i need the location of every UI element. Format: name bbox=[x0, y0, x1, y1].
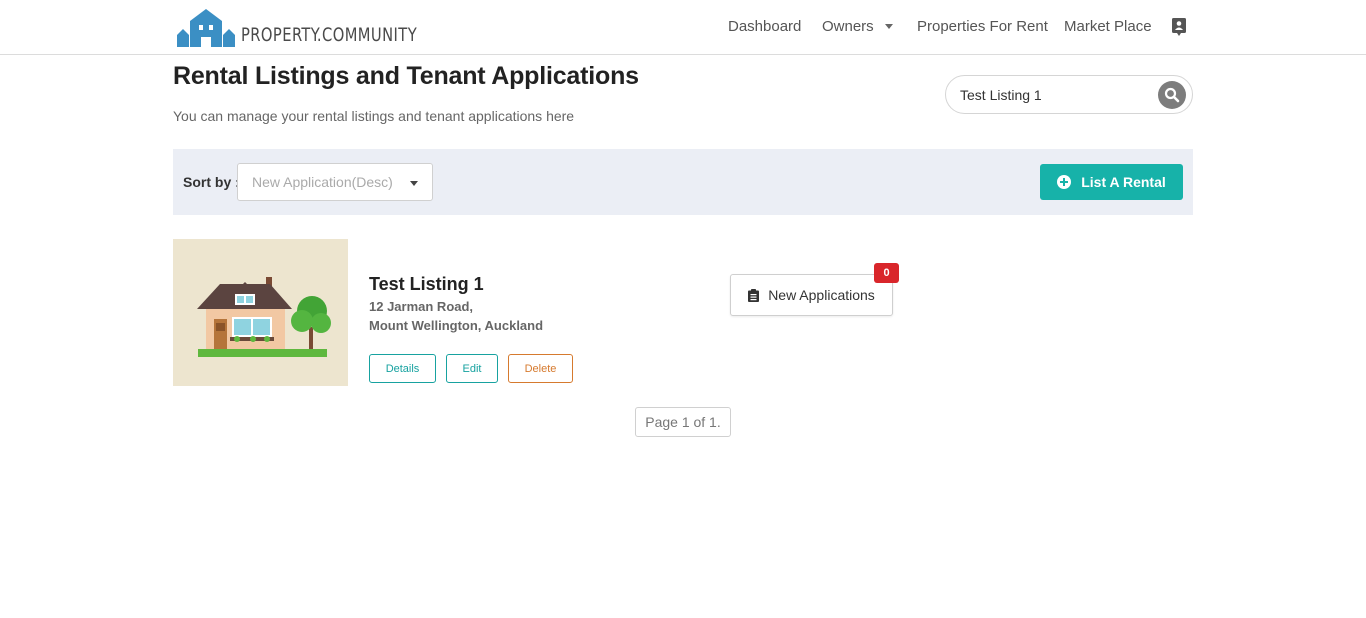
listing-address-line1: 12 Jarman Road, bbox=[369, 299, 474, 314]
new-applications-button[interactable]: New Applications bbox=[730, 274, 893, 316]
brand-logo[interactable]: PROPERTY.COMMUNITY bbox=[177, 5, 446, 47]
nav-owners-label: Owners bbox=[822, 18, 874, 35]
listing-title[interactable]: Test Listing 1 bbox=[369, 274, 484, 295]
contact-card-icon[interactable] bbox=[1171, 18, 1187, 36]
listing-thumbnail[interactable] bbox=[173, 239, 348, 386]
page-title: Rental Listings and Tenant Applications bbox=[173, 62, 639, 90]
list-a-rental-button[interactable]: List A Rental bbox=[1040, 164, 1183, 200]
nav-dashboard[interactable]: Dashboard bbox=[728, 18, 801, 35]
clipboard-icon bbox=[748, 288, 760, 302]
house-logo-icon bbox=[177, 9, 235, 47]
nav-owners[interactable]: Owners bbox=[822, 18, 893, 35]
caret-down-icon bbox=[884, 23, 893, 29]
page-subtitle: You can manage your rental listings and … bbox=[173, 108, 575, 124]
nav-properties-for-rent[interactable]: Properties For Rent bbox=[917, 18, 1048, 35]
plus-circle-icon bbox=[1057, 175, 1072, 189]
applications-count-badge: 0 bbox=[874, 263, 899, 283]
new-applications-label: New Applications bbox=[768, 287, 875, 303]
sort-toolbar: Sort by : New Application(Desc) List A R… bbox=[173, 149, 1193, 215]
details-button[interactable]: Details bbox=[369, 354, 436, 383]
delete-button[interactable]: Delete bbox=[508, 354, 573, 383]
top-navbar: PROPERTY.COMMUNITY Dashboard Owners Prop… bbox=[0, 0, 1366, 55]
house-illustration-icon bbox=[197, 277, 331, 357]
edit-button[interactable]: Edit bbox=[446, 354, 498, 383]
nav-market-place[interactable]: Market Place bbox=[1064, 18, 1152, 35]
sort-label: Sort by : bbox=[183, 174, 240, 190]
listing-address-line2: Mount Wellington, Auckland bbox=[369, 318, 544, 333]
search-box bbox=[945, 75, 1193, 114]
brand-name: PROPERTY.COMMUNITY bbox=[241, 24, 418, 46]
caret-down-icon bbox=[410, 181, 418, 186]
search-input[interactable] bbox=[960, 85, 1150, 105]
pagination-indicator: Page 1 of 1. bbox=[635, 407, 731, 437]
search-icon bbox=[1164, 87, 1180, 103]
sort-selected-value: New Application(Desc) bbox=[252, 174, 393, 190]
sort-select[interactable]: New Application(Desc) bbox=[237, 163, 433, 201]
list-a-rental-label: List A Rental bbox=[1081, 174, 1166, 190]
search-button[interactable] bbox=[1158, 81, 1186, 109]
